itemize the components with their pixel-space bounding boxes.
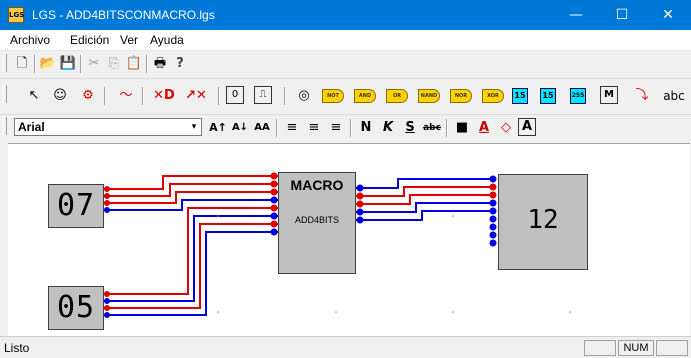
font-color-icon[interactable]: A	[474, 118, 494, 138]
clock-icon[interactable]: ⎍	[254, 86, 272, 104]
output-display-value: 12	[527, 205, 559, 235]
separator	[218, 87, 220, 105]
delete-icon[interactable]: ↗✕	[182, 86, 210, 106]
wire-tool-icon[interactable]: ⤵	[632, 86, 652, 106]
title-bar[interactable]: LGS LGS - ADD4BITSCONMACRO.lgs — ☐ ✕	[0, 0, 691, 30]
separator	[142, 87, 144, 105]
text-tool-icon[interactable]: abc	[660, 86, 688, 106]
input-display-bottom-value: 05	[56, 290, 96, 325]
toolbar-grip[interactable]	[3, 117, 7, 135]
xor-gate-icon[interactable]: XOR	[482, 89, 504, 103]
input-display-top-value: 07	[56, 188, 96, 223]
chevron-down-icon[interactable]: ▾	[187, 119, 201, 135]
underline-button[interactable]: S	[400, 118, 420, 138]
separator	[350, 119, 352, 137]
input-display-top[interactable]: 07	[48, 184, 104, 228]
hex-display-icon[interactable]: 15	[512, 88, 528, 104]
macro-input-pins-blue	[270, 196, 278, 236]
paste-icon[interactable]: 📋	[124, 54, 144, 74]
open-icon[interactable]: 📂	[38, 54, 58, 74]
input-zero-icon[interactable]: 0	[226, 86, 244, 104]
or-gate-icon[interactable]: OR	[386, 89, 408, 103]
toolbar-grip[interactable]	[3, 54, 7, 72]
font-select[interactable]: Arial ▾	[14, 118, 202, 136]
nand-gate-icon[interactable]: NAND	[418, 89, 440, 103]
bold-button[interactable]: N	[356, 118, 376, 138]
probe-icon[interactable]: ◎	[294, 86, 314, 106]
save-icon[interactable]: 💾	[58, 54, 78, 74]
new-icon[interactable]: 🗋	[12, 54, 32, 74]
format-toolbar: Arial ▾ A↑ A↓ AA ≡ ≡ ≡ N K S abc ■ A ◇ A	[0, 114, 691, 141]
menu-ver[interactable]: Ver	[120, 33, 138, 47]
italic-button[interactable]: K	[378, 118, 398, 138]
fill-icon[interactable]: ■	[452, 118, 472, 138]
byte-display-icon[interactable]: 255	[570, 88, 586, 104]
maximize-button[interactable]: ☐	[599, 0, 645, 30]
font-shrink-icon[interactable]: A↓	[230, 118, 250, 138]
strikethrough-button[interactable]: abc	[422, 118, 442, 138]
font-case-icon[interactable]: AA	[252, 118, 272, 138]
separator	[146, 55, 148, 73]
font-select-value: Arial	[18, 120, 45, 134]
macro-output-pins	[356, 184, 364, 224]
signal-icon[interactable]: 〜	[116, 86, 136, 106]
not-gate-icon[interactable]: NOT	[322, 89, 344, 103]
border-icon[interactable]: A	[518, 118, 536, 136]
nor-gate-icon[interactable]: NOR	[450, 89, 472, 103]
separator	[34, 55, 36, 73]
cut-icon[interactable]: ✂	[84, 54, 104, 74]
wire-red[interactable]	[104, 175, 278, 190]
app-icon: LGS	[8, 7, 24, 23]
separator	[104, 87, 106, 105]
toolbar-grip[interactable]	[3, 85, 7, 103]
pointer-icon[interactable]: ↖	[24, 86, 44, 106]
display-input-pins	[489, 175, 497, 247]
macro-subtitle: ADD4BITS	[294, 215, 339, 225]
macro-component[interactable]: MACRO ADD4BITS	[278, 172, 356, 274]
help-icon[interactable]: ?	[170, 54, 190, 74]
separator	[276, 119, 278, 137]
menu-edicion[interactable]: Edición	[70, 33, 109, 47]
font-grow-icon[interactable]: A↑	[208, 118, 228, 138]
wire-red[interactable]	[104, 191, 278, 204]
print-icon[interactable]: 🖶	[150, 54, 170, 74]
menu-ayuda[interactable]: Ayuda	[150, 33, 184, 47]
window-title: LGS - ADD4BITSCONMACRO.lgs	[32, 8, 215, 22]
standard-toolbar: 🗋 📂 💾 ✂ ⎘ 📋 🖶 ?	[0, 52, 691, 76]
status-text: Listo	[4, 341, 30, 355]
separator	[446, 119, 448, 137]
menu-archivo[interactable]: Archivo	[10, 33, 50, 47]
wire-blue[interactable]	[104, 231, 278, 316]
component-icon[interactable]: ☺	[50, 86, 70, 106]
status-panel-empty	[656, 340, 688, 356]
close-button[interactable]: ✕	[645, 0, 691, 30]
highlight-icon[interactable]: ◇	[496, 118, 516, 138]
circuit-canvas[interactable]: 07 05 MACRO ADD4BITS 12	[8, 143, 690, 337]
input-display-bottom[interactable]: 05	[48, 286, 104, 330]
and-gate-icon[interactable]: AND	[354, 89, 376, 103]
hex-display-2-icon[interactable]: 15	[540, 88, 556, 104]
input-display-pins	[104, 186, 110, 318]
status-num: NUM	[618, 340, 654, 356]
tools-toolbar: ↖ ☺ ⚙ 〜 ✕D ↗✕ 0 ⎍ ◎ NOT AND OR NAND NOR …	[0, 78, 691, 113]
wire-red[interactable]	[104, 223, 278, 309]
separator	[80, 55, 82, 73]
align-right-icon[interactable]: ≡	[326, 118, 346, 138]
menu-bar: Archivo Edición Ver Ayuda	[0, 30, 691, 51]
macro-icon[interactable]: M	[600, 86, 618, 104]
wire-blue[interactable]	[104, 215, 278, 302]
separator	[284, 87, 286, 105]
status-panel-empty	[584, 340, 616, 356]
align-center-icon[interactable]: ≡	[304, 118, 324, 138]
align-left-icon[interactable]: ≡	[282, 118, 302, 138]
output-display[interactable]: 12	[498, 174, 588, 270]
macro-title: MACRO	[290, 177, 344, 193]
delete-wire-icon[interactable]: ✕D	[150, 86, 178, 106]
copy-icon[interactable]: ⎘	[104, 54, 124, 74]
status-bar: Listo NUM	[0, 336, 691, 358]
wire-red[interactable]	[104, 207, 278, 295]
minimize-button[interactable]: —	[553, 0, 599, 30]
settings-icon[interactable]: ⚙	[78, 86, 98, 106]
